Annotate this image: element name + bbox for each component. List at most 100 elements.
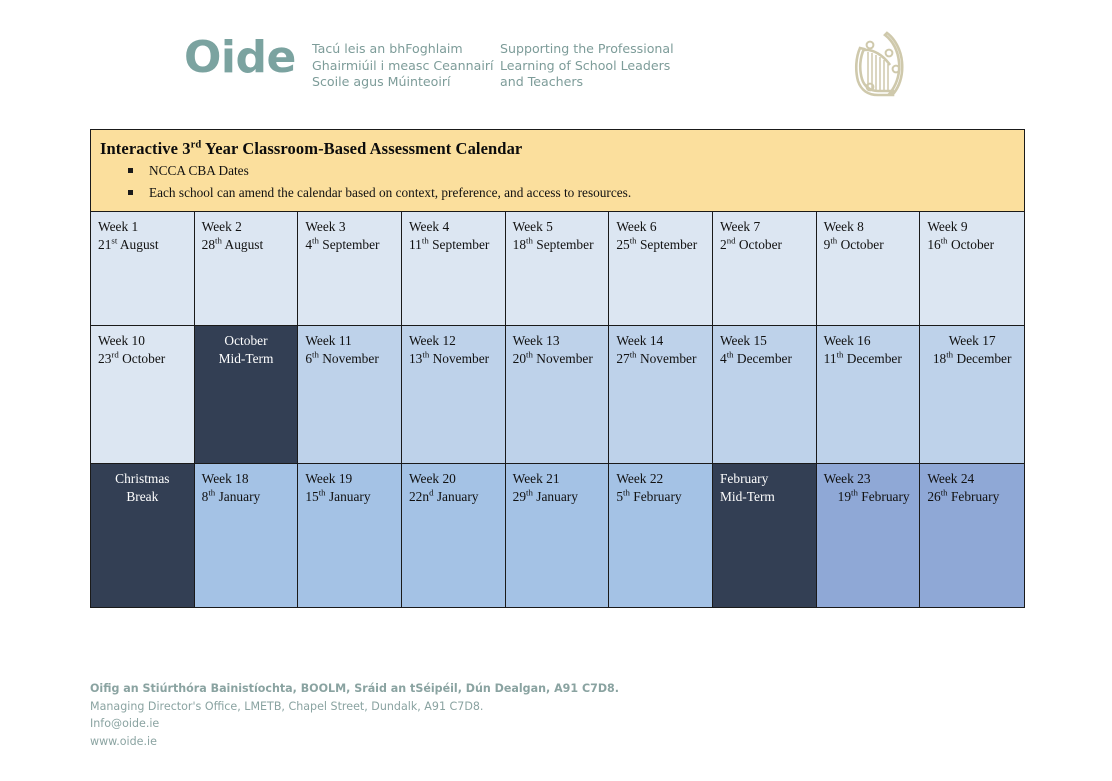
calendar-cell[interactable]: Week 24 26th February — [920, 464, 1024, 607]
calendar-cell-week: Week 7 — [719, 219, 761, 234]
calendar-cell[interactable]: Week 18 8th January — [194, 464, 299, 607]
calendar-cell-date: 29th January — [513, 488, 604, 506]
calendar-cell-date: 19th February — [824, 488, 915, 506]
date-month: January — [433, 488, 479, 504]
brand-tagline-irish: Tacú leis an bhFoghlaim Ghairmiúil i mea… — [312, 41, 494, 90]
cba-calendar: Interactive 3rd Year Classroom-Based Ass… — [90, 129, 1025, 608]
calendar-cell[interactable]: Week 17 18th December — [920, 326, 1024, 464]
date-ordinal-suffix: th — [526, 235, 533, 246]
date-month: February — [857, 488, 910, 504]
date-month: October — [837, 236, 884, 252]
date-month: December — [953, 350, 1012, 366]
date-number: 20 — [512, 350, 527, 366]
calendar-cell[interactable]: Week 7 2nd October — [712, 212, 817, 326]
footer-address-irish: Oifig an Stiúrthóra Bainistíochta, BOOLM… — [90, 682, 619, 695]
calendar-cell[interactable]: Week 14 27th November — [609, 326, 713, 464]
date-number: Mid-Term — [218, 350, 274, 366]
calendar-cell-date: 22nd January — [409, 488, 500, 506]
calendar-cell-date: 18th December — [925, 350, 1019, 368]
calendar-cell[interactable]: Week 19 15th January — [298, 464, 402, 607]
calendar-cell-date: 18th September — [513, 236, 604, 254]
calendar-cell-date: 26th February — [927, 488, 1019, 506]
calendar-cell[interactable]: Week 2 28th August — [194, 212, 299, 326]
calendar-cell-week: Week 18 — [201, 471, 249, 486]
date-number: 18 — [932, 350, 947, 366]
date-month: September — [318, 236, 380, 252]
calendar-cell[interactable]: Week 9 16th October — [920, 212, 1024, 326]
date-number: Break — [126, 488, 159, 504]
date-number: 29 — [512, 488, 527, 504]
calendar-cell-date: Mid-Term — [200, 350, 293, 368]
calendar-cell-date: 11th September — [409, 236, 500, 254]
date-month: January — [215, 488, 261, 504]
calendar-cell[interactable]: Week 4 11th September — [401, 212, 506, 326]
date-ordinal-suffix: th — [623, 487, 630, 498]
date-month: January — [532, 488, 578, 504]
brand-header: Oide Tacú leis an bhFoghlaim Ghairmiúil … — [0, 0, 1112, 118]
date-month: August — [117, 236, 159, 252]
date-number: 15 — [305, 488, 319, 504]
calendar-cell[interactable]: Week 11 6th November — [298, 326, 402, 464]
calendar-cell-date: 15th January — [305, 488, 396, 506]
calendar-cell[interactable]: Week 15 4th December — [712, 326, 817, 464]
calendar-cell-date: 27th November — [616, 350, 707, 368]
calendar-cell[interactable]: Week 1 21st August — [91, 212, 195, 326]
calendar-cell-week: Week 20 — [408, 471, 456, 486]
date-number: 28 — [201, 236, 216, 252]
calendar-cell-week: Week 3 — [305, 219, 346, 234]
calendar-cell[interactable]: October Mid-Term — [194, 326, 299, 464]
calendar-cell[interactable]: Week 5 18th September — [505, 212, 610, 326]
footer-website[interactable]: www.oide.ie — [90, 733, 619, 751]
calendar-note-item: Each school can amend the calendar based… — [91, 185, 1024, 201]
date-month: August — [221, 236, 264, 252]
footer-email[interactable]: Info@oide.ie — [90, 715, 619, 733]
date-ordinal-suffix: th — [726, 349, 734, 360]
calendar-cell[interactable]: Week 8 9th October — [816, 212, 921, 326]
date-month: November — [636, 350, 697, 366]
calendar-cell[interactable]: Week 6 25th September — [609, 212, 713, 326]
calendar-cell-date: 16th October — [927, 236, 1019, 254]
date-ordinal-suffix: th — [940, 487, 948, 498]
calendar-cell[interactable]: February Mid-Term — [712, 464, 817, 607]
calendar-cell-week: Week 9 — [927, 219, 968, 234]
calendar-cell[interactable]: Week 20 22nd January — [401, 464, 506, 607]
irish-harp-icon — [840, 24, 916, 102]
calendar-cell-date: Break — [96, 488, 189, 506]
calendar-cell-week: Week 16 — [823, 333, 871, 348]
date-month: September — [428, 236, 490, 252]
calendar-cell[interactable]: Week 10 23rd October — [91, 326, 195, 464]
date-number: 4 — [719, 350, 727, 366]
calendar-cell[interactable]: Week 23 19th February — [816, 464, 921, 607]
date-month: January — [325, 488, 371, 504]
date-number: 19 — [837, 488, 852, 504]
date-number: 18 — [512, 236, 527, 252]
calendar-cell-week: Week 21 — [512, 471, 560, 486]
calendar-cell-week: Week 15 — [719, 333, 767, 348]
calendar-cell[interactable]: Week 16 11th December — [816, 326, 921, 464]
date-month: February — [629, 488, 682, 504]
calendar-cell[interactable]: Christmas Break — [91, 464, 195, 607]
calendar-cell-date: Mid-Term — [720, 488, 811, 506]
calendar-cell-week: Week 1 — [98, 219, 139, 234]
date-month: October — [118, 350, 166, 366]
date-number: 16 — [927, 236, 941, 252]
calendar-cell-week: Week 10 — [98, 333, 145, 348]
date-ordinal-suffix: th — [312, 235, 319, 246]
date-month: December — [733, 350, 792, 366]
date-month: October — [947, 236, 995, 252]
calendar-cell-date: 4th December — [720, 350, 811, 368]
date-ordinal-suffix: th — [421, 235, 429, 246]
date-number: 13 — [408, 350, 423, 366]
calendar-cell-week: Week 2 — [201, 219, 242, 234]
calendar-cell[interactable]: Week 21 29th January — [505, 464, 610, 607]
calendar-cell[interactable]: Week 13 20th November — [505, 326, 610, 464]
calendar-cell-date: 25th September — [616, 236, 707, 254]
calendar-cell[interactable]: Week 3 4th September — [298, 212, 402, 326]
calendar-cell-date: 20th November — [513, 350, 604, 368]
calendar-cell[interactable]: Week 22 5th February — [609, 464, 713, 607]
date-ordinal-suffix: rd — [111, 349, 119, 360]
square-bullet-icon — [128, 190, 133, 195]
date-number: 2 — [719, 236, 727, 252]
date-number: 21 — [98, 236, 112, 252]
calendar-cell[interactable]: Week 12 13th November — [401, 326, 506, 464]
